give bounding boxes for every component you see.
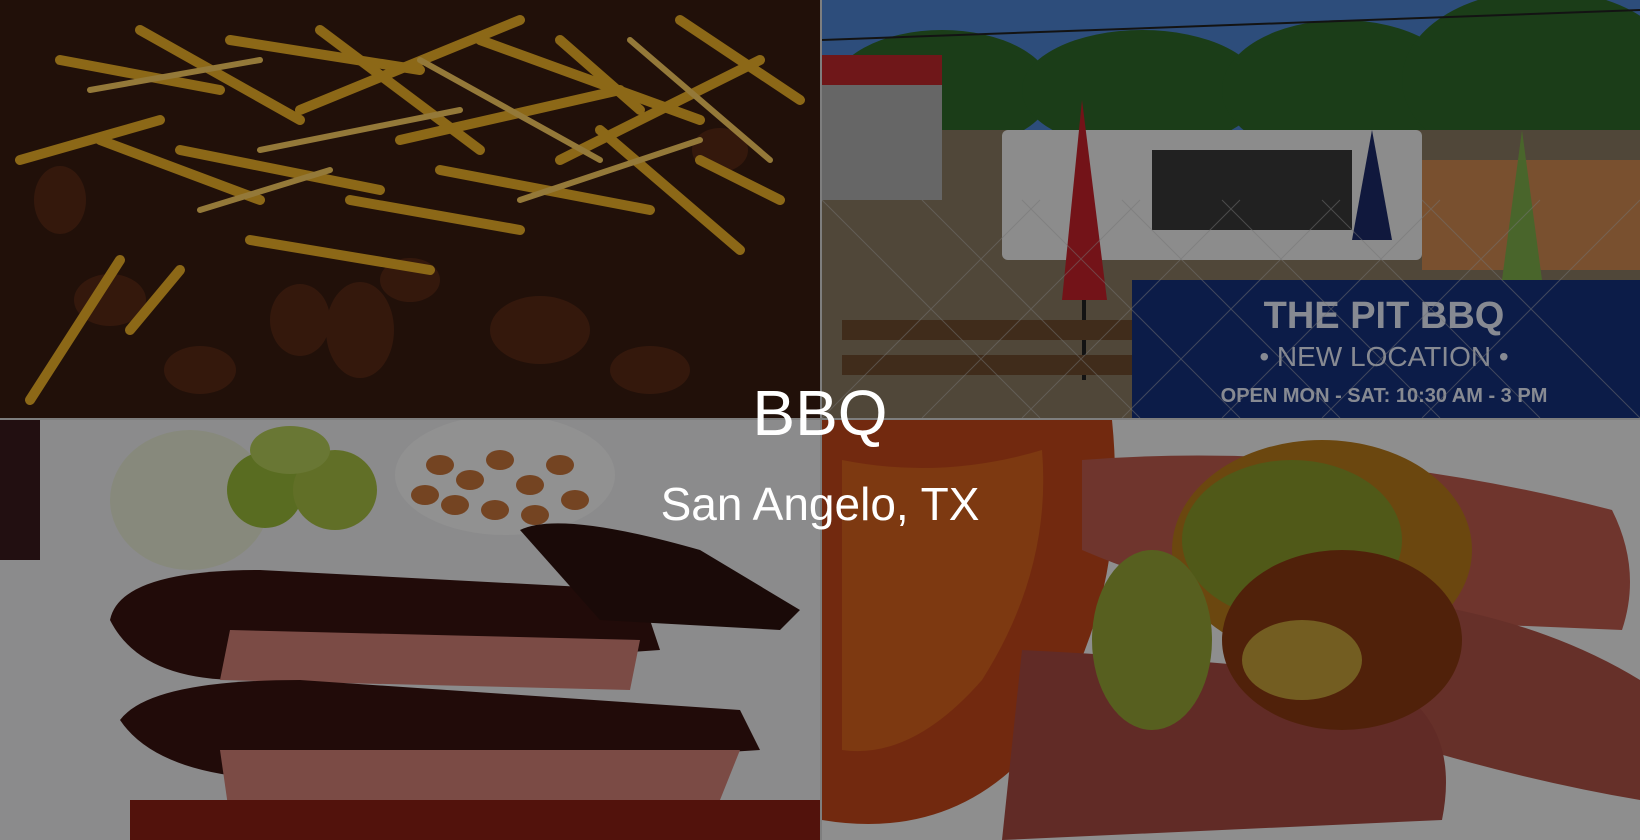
location-subtitle: San Angelo, TX <box>660 478 980 530</box>
photo-collage: THE PIT BBQ • NEW LOCATION • OPEN MON - … <box>0 0 1640 840</box>
page-title: BBQ <box>752 377 888 449</box>
